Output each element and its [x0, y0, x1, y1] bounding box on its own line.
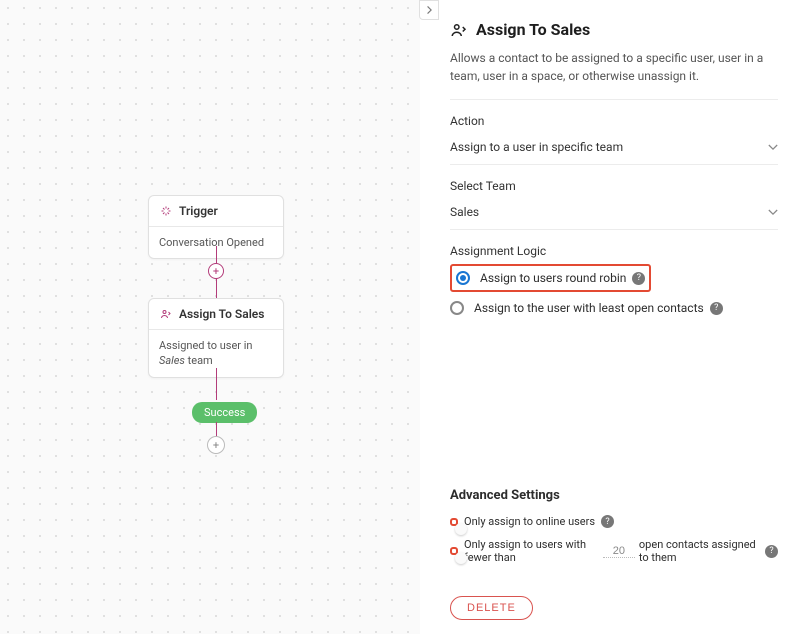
setting-online-only: Only assign to online users ? — [450, 515, 778, 528]
help-icon[interactable]: ? — [632, 272, 645, 285]
panel-title: Assign To Sales — [450, 20, 778, 39]
setting-fewer-than: Only assign to users with fewer than ope… — [450, 538, 778, 564]
chevron-down-icon — [768, 205, 778, 219]
radio-least-open[interactable]: Assign to the user with least open conta… — [450, 296, 778, 320]
radio-indicator — [456, 271, 470, 285]
help-icon[interactable]: ? — [765, 545, 778, 558]
team-value: Sales — [450, 205, 479, 219]
node-assign-header: Assign To Sales — [149, 299, 283, 330]
advanced-heading: Advanced Settings — [450, 488, 778, 503]
user-assign-icon — [450, 21, 468, 39]
radio-round-robin[interactable]: Assign to users round robin ? — [456, 266, 645, 290]
settings-panel: Assign To Sales Allows a contact to be a… — [420, 0, 800, 634]
action-label: Action — [450, 114, 778, 128]
team-select[interactable]: Sales — [450, 199, 778, 230]
panel-collapse-button[interactable] — [419, 0, 439, 20]
help-icon[interactable]: ? — [710, 302, 723, 315]
assignment-logic-label: Assignment Logic — [450, 244, 778, 258]
assignment-logic-group: Assign to users round robin ? Assign to … — [450, 264, 778, 320]
advanced-settings: Advanced Settings Only assign to online … — [450, 488, 778, 574]
chevron-right-icon — [425, 5, 433, 15]
team-label: Select Team — [450, 179, 778, 193]
help-icon[interactable]: ? — [601, 515, 614, 528]
user-assign-icon — [159, 307, 173, 321]
node-trigger-title: Trigger — [179, 204, 218, 218]
panel-description: Allows a contact to be assigned to a spe… — [450, 49, 778, 100]
fewer-than-input[interactable] — [603, 545, 635, 558]
delete-button[interactable]: DELETE — [450, 596, 533, 620]
success-badge: Success — [192, 402, 257, 423]
chevron-down-icon — [768, 140, 778, 154]
node-assign[interactable]: Assign To Sales Assigned to user in Sale… — [148, 298, 284, 378]
node-trigger-header: Trigger — [149, 196, 283, 227]
add-step-button[interactable]: + — [208, 263, 224, 279]
node-assign-title: Assign To Sales — [179, 307, 264, 321]
action-select[interactable]: Assign to a user in specific team — [450, 134, 778, 165]
workflow-canvas[interactable]: Trigger Conversation Opened + Assign To … — [0, 0, 420, 634]
radio-indicator — [450, 301, 464, 315]
sparkle-icon — [159, 204, 173, 218]
add-step-button[interactable]: + — [207, 436, 225, 454]
action-value: Assign to a user in specific team — [450, 140, 623, 154]
connector-line — [216, 368, 217, 400]
